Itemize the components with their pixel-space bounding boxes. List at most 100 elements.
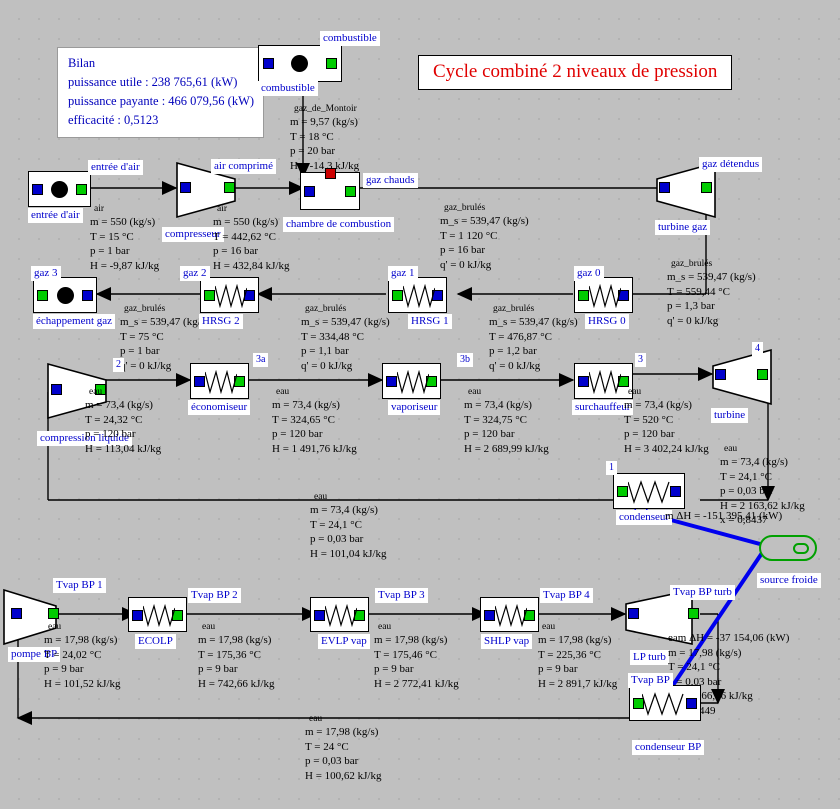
stream-mass: m = 17,98 (kg/s)	[538, 634, 612, 646]
stream-enthalpy: H = 2 772,41 kJ/kg	[374, 677, 459, 690]
tag-hrsg0: HRSG 0	[585, 314, 629, 329]
tag-hrsg1: HRSG 1	[408, 314, 452, 329]
coil-icon	[143, 604, 175, 627]
tag-tvap-bp3: Tvap BP 3	[375, 588, 428, 603]
stream-temp: T = 324,65 °C	[272, 413, 335, 426]
chambre-combustion-box[interactable]	[300, 168, 360, 210]
ecolp-box[interactable]	[128, 597, 187, 632]
bilan-heading: Bilan	[68, 56, 96, 70]
stream-name: eau	[378, 622, 392, 632]
hrsg0-box[interactable]	[574, 277, 633, 313]
condenseur-bp-box[interactable]	[629, 685, 701, 721]
stream-enthalpy: H = 2 689,99 kJ/kg	[464, 442, 549, 455]
tag-economiseur: économiseur	[188, 400, 251, 415]
stream-mass: m = 73,4 (kg/s)	[464, 399, 532, 411]
stream-mass: m = 73,4 (kg/s)	[624, 399, 692, 411]
condenseur-box[interactable]	[613, 473, 685, 509]
tag-gaz1: gaz 1	[388, 266, 418, 281]
shlp-vap-box[interactable]	[480, 597, 539, 632]
economiseur-box[interactable]	[190, 363, 249, 399]
stream-enthalpy: H = 1 491,76 kJ/kg	[272, 442, 357, 455]
stream-enthalpy: H = 101,52 kJ/kg	[44, 677, 121, 690]
stream-name: gaz_brulés	[124, 304, 166, 314]
stream-eau-bp1: eau m = 17,98 (kg/s) T = 24,02 °C p = 9 …	[42, 621, 120, 691]
stream-temp: T = 334,48 °C	[301, 330, 364, 343]
stream-temp: T = 442,62 °C	[213, 230, 276, 243]
port-in-icon	[51, 384, 62, 395]
coil-icon	[325, 604, 357, 627]
stream-pressure: p = 120 bar	[272, 428, 323, 440]
hrsg2-box[interactable]	[200, 277, 259, 313]
tag-tvap-bp: Tvap BP	[628, 673, 673, 688]
port-in-icon	[628, 608, 639, 619]
stream-temp: T = 324,75 °C	[464, 413, 527, 426]
tag-shlp-vap: SHLP vap	[481, 634, 533, 649]
tag-hrsg2: HRSG 2	[199, 314, 243, 329]
stream-pressure: p = 0,03 bar	[720, 485, 774, 497]
port-out-icon	[345, 186, 356, 197]
tag-air-comprime: air comprimé	[211, 159, 276, 174]
stream-pressure: p = 9 bar	[44, 663, 84, 675]
port-in-icon	[82, 290, 93, 301]
port-in-icon	[314, 610, 325, 621]
hrsg1-box[interactable]	[388, 277, 447, 313]
stream-mass: m_s = 539,47 (kg/s)	[301, 316, 390, 328]
source-dot-icon	[51, 181, 68, 198]
stream-name: eau	[48, 622, 62, 632]
evlp-vap-box[interactable]	[310, 597, 369, 632]
stream-mass: m = 73,4 (kg/s)	[310, 504, 378, 516]
stream-enthalpy: H = 2 891,7 kJ/kg	[538, 677, 618, 690]
port-out-icon	[76, 184, 87, 195]
stream-eau-bp-out: eau m = 17,98 (kg/s) T = 24 °C p = 0,03 …	[303, 713, 381, 783]
port-in-icon	[484, 610, 495, 621]
tag-gaz2: gaz 2	[180, 266, 210, 281]
tag-node-1: 1	[606, 461, 617, 475]
vaporiseur-box[interactable]	[382, 363, 441, 399]
source-dot-icon	[291, 55, 308, 72]
stream-name: eau	[202, 622, 216, 632]
coil-icon	[205, 370, 237, 394]
stream-heat: q' = 0 kJ/kg	[489, 359, 541, 372]
port-out-icon	[617, 486, 628, 497]
stream-pressure: p = 1 bar	[120, 345, 160, 357]
air-intake-box[interactable]	[28, 171, 91, 207]
stream-mass: m_s = 539,47 (kg/s)	[440, 215, 529, 227]
stream-enthalpy: H = 742,66 kJ/kg	[198, 677, 275, 690]
port-in-icon	[304, 186, 315, 197]
stream-mass: m = 17,98 (kg/s)	[44, 634, 118, 646]
tag-gaz-chauds: gaz chauds	[363, 173, 418, 188]
stream-name: gaz_brulés	[305, 304, 347, 314]
coil-icon	[589, 370, 621, 394]
tag-tvap-bp2: Tvap BP 2	[188, 588, 241, 603]
coil-icon	[215, 284, 247, 308]
stream-name: air	[94, 204, 105, 214]
stream-mass: m = 17,98 (kg/s)	[668, 646, 742, 659]
port-out-icon	[757, 369, 768, 380]
tag-gaz-detendus: gaz détendus	[699, 157, 763, 172]
stream-name: eau	[724, 444, 738, 454]
stream-heat: q' = 0 kJ/kg	[667, 314, 719, 327]
stream-temp: T = 175,46 °C	[374, 648, 437, 661]
stream-temp: T = 175,36 °C	[198, 648, 261, 661]
stream-name: gaz_brulés	[493, 304, 535, 314]
tag-combustible-unit: combustible	[258, 81, 318, 96]
stream-eau-3: eau m = 73,4 (kg/s) T = 520 °C p = 120 b…	[622, 386, 709, 456]
stream-name: air	[217, 204, 228, 214]
stream-pressure: p = 9 bar	[198, 663, 238, 675]
sink-dot-icon	[57, 287, 74, 304]
tag-node-3b: 3b	[457, 353, 473, 367]
stream-eau-bp4: eau m = 17,98 (kg/s) T = 225,36 °C p = 9…	[536, 621, 617, 691]
source-froide-box[interactable]	[759, 535, 817, 561]
stream-temp: T = 24,1 °C	[668, 661, 720, 673]
stream-pressure: p = 120 bar	[85, 428, 136, 440]
stream-name: eau	[314, 492, 328, 502]
stream-eau-3b: eau m = 73,4 (kg/s) T = 324,75 °C p = 12…	[462, 386, 549, 456]
stream-gaz-brules-expanded: gaz_brulés m_s = 539,47 (kg/s) T = 559,4…	[665, 258, 756, 328]
stream-pressure: p = 1,1 bar	[301, 345, 349, 357]
stream-temp: T = 18 °C	[290, 130, 334, 143]
stream-temp: T = 24,02 °C	[44, 648, 102, 661]
echappement-gaz-box[interactable]	[33, 277, 97, 313]
stream-enthalpy: H = 3 402,24 kJ/kg	[624, 442, 709, 455]
combustible-source-box[interactable]	[258, 45, 342, 82]
tag-combustible-stream: combustible	[320, 31, 380, 46]
